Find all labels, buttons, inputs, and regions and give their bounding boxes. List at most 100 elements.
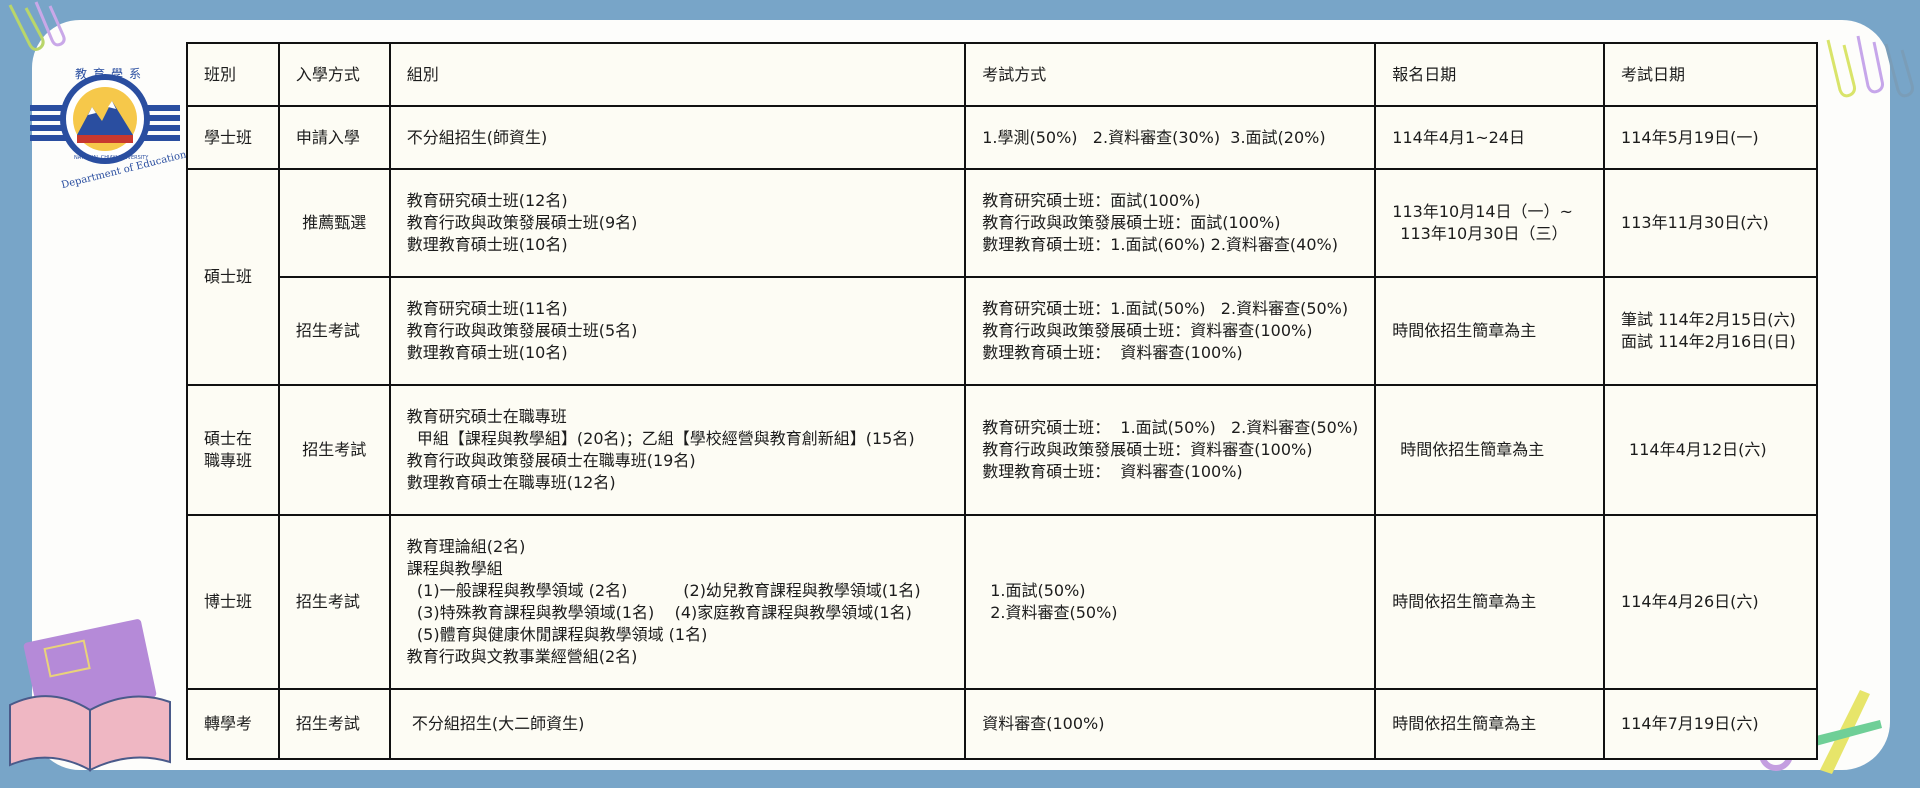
exam-line: 2.資料審查(50%) xyxy=(990,603,1118,622)
books-illustration-icon xyxy=(9,619,171,772)
exam-line: 教育研究碩士班： 1.面試(50%) 2.資料審查(50%) xyxy=(982,418,1359,437)
cell-registration: 時間依招生簡章為主 xyxy=(1374,276,1606,386)
header-admission: 入學方式 xyxy=(277,42,391,107)
exam-line: 教育行政與政策發展碩士班：資料審查(100%) xyxy=(982,440,1313,459)
cell-exam-date: 114年5月19日(一) xyxy=(1603,105,1818,170)
exam-line: 1.學測(50%) 2.資料審查(30%) 3.面試(20%) xyxy=(982,127,1326,147)
cell-admission: 申請入學 xyxy=(277,105,391,170)
table-header-row: 班別 入學方式 組別 考試方式 報名日期 考試日期 xyxy=(186,42,1818,107)
table-row: 碩士班 推薦甄選 教育研究碩士班(12名) 教育行政與政策發展碩士班(9名) 數… xyxy=(186,168,1818,386)
table-row: 轉學考 招生考試 不分組招生(大二師資生) 資料審查(100%) 時間依招生簡章… xyxy=(186,688,1818,760)
registration-line: 113年10月30日（三） xyxy=(1400,224,1568,243)
cell-class-type: 碩士在 職專班 xyxy=(186,384,280,516)
cell-registration: 時間依招生簡章為主 xyxy=(1374,514,1606,690)
group-line: (3)特殊教育課程與教學領域(1名) (4)家庭教育課程與教學領域(1名) xyxy=(406,603,912,622)
cell-admission: 招生考試 xyxy=(277,688,391,760)
exam-date-line: 114年4月12日(六) xyxy=(1629,440,1767,459)
table-row: 招生考試 教育研究碩士班(11名) 教育行政與政策發展碩士班(5名) 數理教育碩… xyxy=(187,276,1818,386)
cell-class-type: 博士班 xyxy=(186,514,280,690)
registration-line: 時間依招生簡章為主 xyxy=(1392,714,1537,733)
group-line: (1)一般課程與教學領域 (2名) (2)幼兒教育課程與教學領域(1名) xyxy=(406,581,921,600)
header-class-type: 班別 xyxy=(186,42,280,107)
cell-exam: 1.面試(50%) 2.資料審查(50%) xyxy=(964,514,1377,690)
exam-date-line: 114年4月26日(六) xyxy=(1621,592,1759,611)
exam-line: 教育研究碩士班：面試(100%) xyxy=(982,191,1201,210)
exam-line: 數理教育碩士班： 資料審查(100%) xyxy=(982,343,1243,362)
group-line: 數理教育碩士班(10名) xyxy=(406,235,568,254)
cell-exam-date: 114年7月19日(六) xyxy=(1603,688,1818,760)
cell-exam-date: 114年4月26日(六) xyxy=(1603,514,1818,690)
cell-exam-date: 113年11月30日(六) xyxy=(1603,168,1818,278)
group-line: 課程與教學組 xyxy=(406,559,503,578)
exam-line: 教育行政與政策發展碩士班：面試(100%) xyxy=(982,213,1281,232)
exam-line: 數理教育碩士班： 資料審查(100%) xyxy=(982,462,1243,481)
group-line: (5)體育與健康休閒課程與教學領域 (1名) xyxy=(406,625,708,644)
cell-admission: 招生考試 xyxy=(277,384,391,516)
cell-exam-date: 筆試 114年2月15日(六) 面試 114年2月16日(日) xyxy=(1603,276,1818,386)
cell-admission: 招生考試 xyxy=(277,514,391,690)
group-line: 教育研究碩士在職專班 xyxy=(406,407,567,426)
header-registration-date: 報名日期 xyxy=(1374,42,1606,107)
header-exam-date: 考試日期 xyxy=(1603,42,1818,107)
group-line: 甲組【課程與教學組】(20名)；乙組【學校經營與教育創新組】(15名) xyxy=(406,429,915,448)
exam-line: 教育研究碩士班：1.面試(50%) 2.資料審查(50%) xyxy=(982,299,1349,318)
class-type-line: 職專班 xyxy=(204,451,253,470)
group-line: 不分組招生(師資生) xyxy=(406,127,548,147)
class-type-line: 碩士在 xyxy=(204,429,253,448)
table-row: 碩士在 職專班 招生考試 教育研究碩士在職專班 甲組【課程與教學組】(20名)；… xyxy=(186,384,1818,516)
department-logo: 教育學系 NATIONAL CHIAYI UNIVERSITY Departme… xyxy=(30,55,188,195)
cell-exam: 資料審查(100%) xyxy=(964,688,1377,760)
exam-date-line: 114年7月19日(六) xyxy=(1621,714,1759,733)
cell-groups: 教育研究碩士班(11名) 教育行政與政策發展碩士班(5名) 數理教育碩士班(10… xyxy=(388,276,967,386)
cell-registration: 114年4月1~24日 xyxy=(1374,105,1606,170)
group-line: 數理教育碩士在職專班(12名) xyxy=(406,473,616,492)
paperclip-icon xyxy=(8,1,66,51)
registration-line: 114年4月1~24日 xyxy=(1392,127,1525,147)
group-line: 數理教育碩士班(10名) xyxy=(406,343,568,362)
group-line: 教育理論組(2名) xyxy=(406,537,526,556)
registration-line: 113年10月14日（一）~ xyxy=(1392,202,1573,221)
cell-exam: 教育研究碩士班：面試(100%) 教育行政與政策發展碩士班：面試(100%) 數… xyxy=(964,168,1377,278)
cell-exam: 教育研究碩士班：1.面試(50%) 2.資料審查(50%) 教育行政與政策發展碩… xyxy=(964,276,1377,386)
cell-groups: 教育研究碩士在職專班 甲組【課程與教學組】(20名)；乙組【學校經營與教育創新組… xyxy=(388,384,967,516)
cell-groups: 教育理論組(2名) 課程與教學組 (1)一般課程與教學領域 (2名) (2)幼兒… xyxy=(388,514,967,690)
header-groups: 組別 xyxy=(388,42,967,107)
group-line: 教育行政與政策發展碩士班(5名) xyxy=(406,321,638,340)
group-line: 教育研究碩士班(12名) xyxy=(406,191,568,210)
group-line: 教育行政與政策發展碩士在職專班(19名) xyxy=(406,451,696,470)
group-line: 教育行政與文教事業經營組(2名) xyxy=(406,647,638,666)
cell-admission: 招生考試 xyxy=(277,276,391,386)
header-exam-method: 考試方式 xyxy=(964,42,1377,107)
group-line: 不分組招生(大二師資生) xyxy=(406,714,585,733)
cell-admission: 推薦甄選 xyxy=(277,168,391,278)
registration-line: 時間依招生簡章為主 xyxy=(1392,592,1537,611)
paperclip-icon xyxy=(1826,35,1914,98)
exam-line: 1.面試(50%) xyxy=(990,581,1086,600)
cell-class-type: 學士班 xyxy=(186,105,280,170)
cell-class-type: 轉學考 xyxy=(186,688,280,760)
group-line: 教育行政與政策發展碩士班(9名) xyxy=(406,213,638,232)
exam-line: 教育行政與政策發展碩士班：資料審查(100%) xyxy=(982,321,1313,340)
logo-name-text: 教育學系 xyxy=(75,67,148,81)
cell-exam: 教育研究碩士班： 1.面試(50%) 2.資料審查(50%) 教育行政與政策發展… xyxy=(964,384,1377,516)
cell-registration: 113年10月14日（一）~ 113年10月30日（三） xyxy=(1374,168,1606,278)
exam-date-line: 筆試 114年2月15日(六) xyxy=(1621,310,1796,329)
cell-exam: 1.學測(50%) 2.資料審查(30%) 3.面試(20%) xyxy=(964,105,1377,170)
registration-line: 時間依招生簡章為主 xyxy=(1400,440,1545,459)
cell-registration: 時間依招生簡章為主 xyxy=(1374,384,1606,516)
exam-date-line: 面試 114年2月16日(日) xyxy=(1621,332,1796,351)
table-row: 學士班 申請入學 不分組招生(師資生) 1.學測(50%) 2.資料審查(30%… xyxy=(186,105,1818,170)
cell-class-type: 碩士班 xyxy=(186,168,280,386)
cell-groups: 不分組招生(師資生) xyxy=(388,105,967,170)
exam-line: 數理教育碩士班：1.面試(60%) 2.資料審查(40%) xyxy=(982,235,1338,254)
table-row: 博士班 招生考試 教育理論組(2名) 課程與教學組 (1)一般課程與教學領域 (… xyxy=(186,514,1818,690)
cell-exam-date: 114年4月12日(六) xyxy=(1603,384,1818,516)
cell-groups: 不分組招生(大二師資生) xyxy=(388,688,967,760)
cell-groups: 教育研究碩士班(12名) 教育行政與政策發展碩士班(9名) 數理教育碩士班(10… xyxy=(388,168,967,278)
cell-registration: 時間依招生簡章為主 xyxy=(1374,688,1606,760)
registration-line: 時間依招生簡章為主 xyxy=(1392,321,1537,340)
admissions-table: 班別 入學方式 組別 考試方式 報名日期 考試日期 學士班 申請入學 不分組招生… xyxy=(186,42,1818,760)
exam-line: 資料審查(100%) xyxy=(982,714,1105,733)
exam-date-line: 114年5月19日(一) xyxy=(1621,127,1759,147)
group-line: 教育研究碩士班(11名) xyxy=(406,299,568,318)
